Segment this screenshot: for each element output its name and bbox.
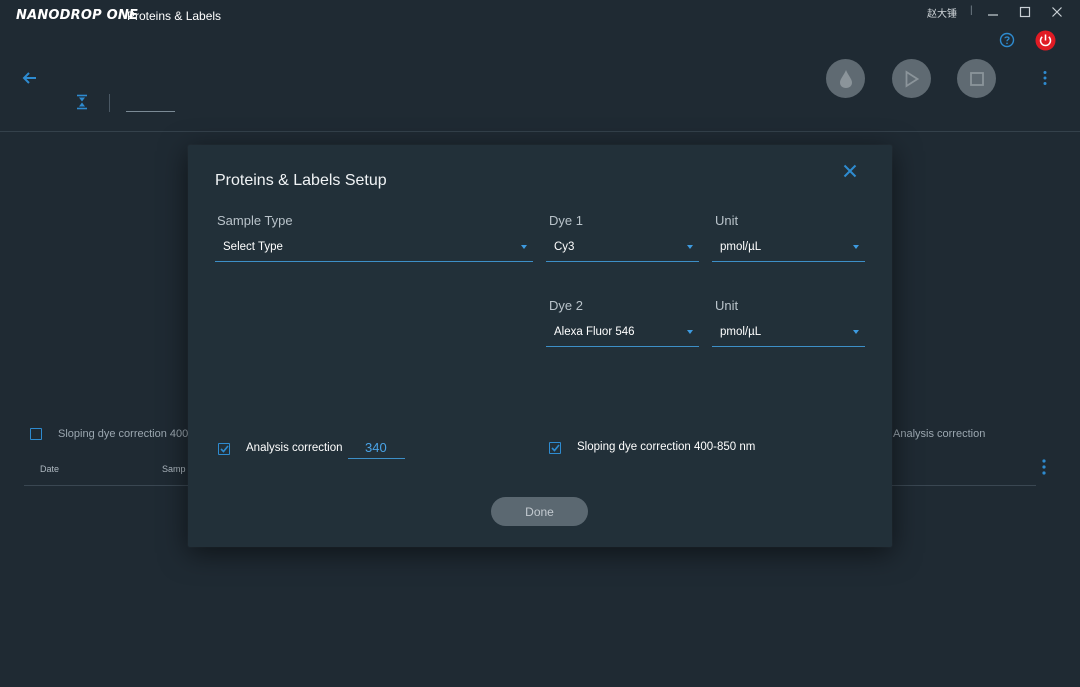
sample-name-field[interactable] — [126, 111, 175, 112]
power-icon[interactable] — [1035, 30, 1056, 51]
play-icon[interactable] — [892, 59, 931, 98]
column-header-date[interactable]: Date — [40, 464, 59, 474]
header-divider — [0, 131, 1080, 132]
more-vertical-icon[interactable] — [1037, 70, 1053, 86]
sample-type-label: Sample Type — [217, 213, 293, 228]
sample-type-value: Select Type — [223, 240, 283, 253]
titlebar-separator: | — [970, 5, 973, 16]
sloping-correction-label: Sloping dye correction 400-850 nm — [577, 441, 756, 453]
unit1-value: pmol/µL — [720, 240, 762, 253]
window-close-icon[interactable] — [1048, 4, 1066, 20]
unit1-select[interactable]: pmol/µL — [712, 232, 865, 262]
dye1-value: Cy3 — [554, 240, 575, 253]
done-button[interactable]: Done — [491, 497, 588, 526]
dye1-select[interactable]: Cy3 — [546, 232, 699, 262]
dye2-label: Dye 2 — [549, 298, 583, 313]
unit2-select[interactable]: pmol/µL — [712, 317, 865, 347]
app-logo: NANODROP ONE — [16, 8, 138, 23]
checkmark-icon — [219, 445, 229, 453]
unit2-value: pmol/µL — [720, 325, 762, 338]
app-title: Proteins & Labels — [127, 9, 222, 23]
checkmark-icon — [550, 444, 560, 452]
dye1-label: Dye 1 — [549, 213, 583, 228]
unit1-label: Unit — [715, 213, 739, 228]
arrow-left-icon — [22, 72, 36, 84]
analysis-correction-input[interactable]: 340 — [348, 439, 405, 459]
bg-analysis-label: Analysis correction — [893, 428, 986, 440]
dye2-value: Alexa Fluor 546 — [554, 325, 635, 338]
analysis-correction-label: Analysis correction — [246, 442, 343, 454]
chevron-down-icon — [853, 245, 859, 249]
dye2-select[interactable]: Alexa Fluor 546 — [546, 317, 699, 347]
minimize-icon[interactable] — [984, 4, 1002, 20]
sort-icon[interactable] — [75, 94, 89, 110]
chevron-down-icon — [687, 330, 693, 334]
table-more-icon[interactable] — [1036, 458, 1052, 476]
stop-icon[interactable] — [957, 59, 996, 98]
setup-dialog: Proteins & Labels Setup Sample Type Sele… — [188, 145, 892, 547]
unit2-label: Unit — [715, 298, 739, 313]
chevron-down-icon — [853, 330, 859, 334]
back-button[interactable] — [20, 68, 40, 88]
toolbar-divider — [109, 94, 110, 112]
dialog-title: Proteins & Labels Setup — [215, 172, 387, 189]
bg-sloping-checkbox[interactable] — [30, 428, 42, 440]
chevron-down-icon — [687, 245, 693, 249]
column-header-sample[interactable]: Samp — [162, 464, 186, 474]
analysis-correction-checkbox[interactable] — [218, 443, 230, 455]
help-circle-icon[interactable] — [999, 32, 1015, 48]
sloping-correction-checkbox[interactable] — [549, 442, 561, 454]
droplet-icon[interactable] — [826, 59, 865, 98]
bg-sloping-label: Sloping dye correction 400 — [58, 428, 189, 440]
sample-type-select[interactable]: Select Type — [215, 232, 533, 262]
chevron-down-icon — [521, 245, 527, 249]
maximize-icon[interactable] — [1016, 4, 1034, 20]
close-icon[interactable] — [840, 161, 860, 181]
user-name[interactable]: 赵大锤 — [927, 5, 957, 20]
